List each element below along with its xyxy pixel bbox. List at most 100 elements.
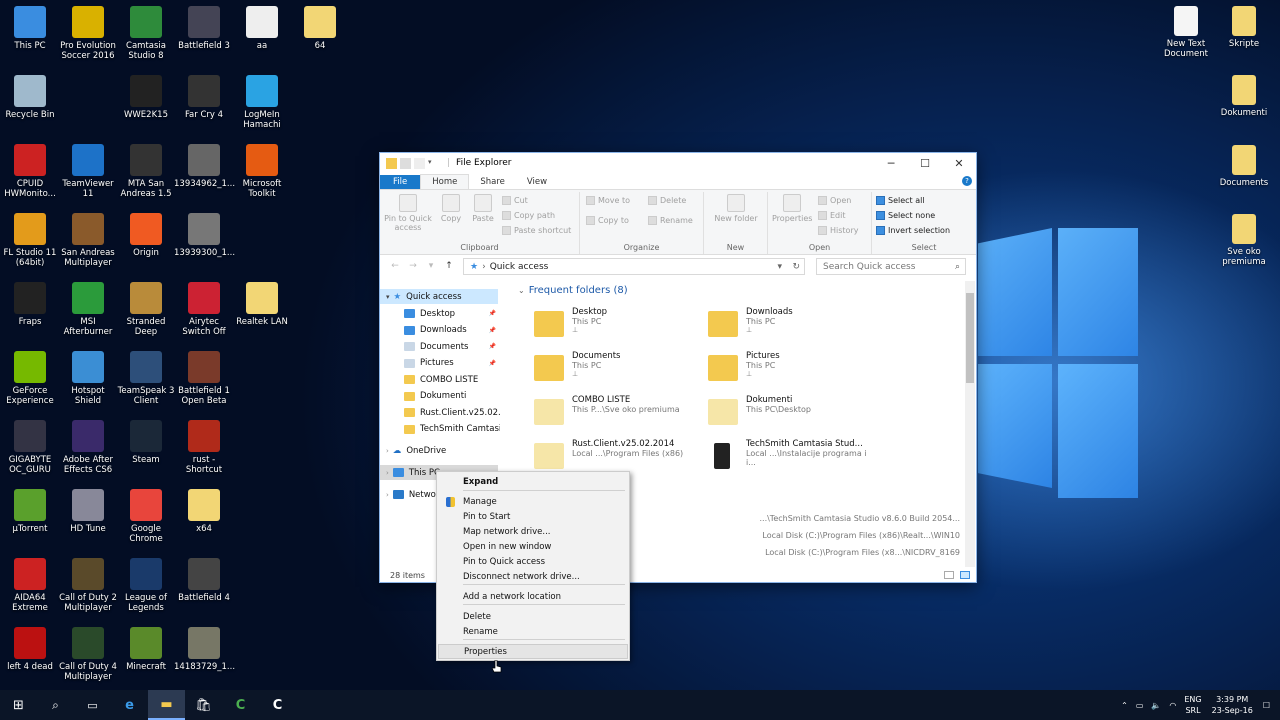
tab-view[interactable]: View <box>516 175 558 189</box>
desktop-icon[interactable]: Origin <box>116 213 176 258</box>
language-indicator[interactable]: ENG SRL <box>1184 694 1201 716</box>
desktop-icon[interactable]: Dokumenti <box>1214 75 1274 118</box>
desktop-icon[interactable]: League of Legends <box>116 558 176 613</box>
clock[interactable]: 3:39 PM 23-Sep-16 <box>1212 694 1253 716</box>
menu-item-properties[interactable]: Properties <box>438 644 628 659</box>
desktop-icon[interactable]: 13934962_1... <box>174 144 235 189</box>
nav-item[interactable]: Documents 📌 <box>380 339 500 354</box>
paste-shortcut-button[interactable]: Paste shortcut <box>502 226 571 235</box>
select-none-button[interactable]: Select none <box>876 211 935 220</box>
menu-item-map-network-drive[interactable]: Map network drive... <box>438 524 628 539</box>
desktop-icon[interactable]: Sve oko premiuma <box>1214 214 1274 267</box>
copy-button[interactable]: Copy <box>436 194 466 223</box>
search-icon[interactable]: ⌕ <box>37 690 74 720</box>
folder-tile[interactable]: TechSmith Camtasia Stud... Local ...\Inst… <box>708 439 878 479</box>
desktop-icon[interactable]: Battlefield 3 <box>174 6 234 51</box>
chevron-right-icon[interactable]: › <box>386 447 389 455</box>
title-bar[interactable]: ▾ | File Explorer ─ ☐ ✕ <box>380 153 976 173</box>
help-icon[interactable]: ? <box>962 176 972 186</box>
address-bar[interactable]: ★ › Quick access ▾ ↻ <box>463 258 805 275</box>
tab-file[interactable]: File <box>380 175 421 189</box>
menu-item-delete[interactable]: Delete <box>438 609 628 624</box>
desktop-icon[interactable]: LogMeIn Hamachi <box>232 75 292 130</box>
desktop-icon[interactable]: Airytec Switch Off <box>174 282 234 337</box>
delete-button[interactable]: Delete <box>648 196 686 205</box>
paste-button[interactable]: Paste <box>468 194 498 223</box>
desktop-icon[interactable]: Camtasia Studio 8 <box>116 6 176 61</box>
network-tray-icon[interactable]: ▭ <box>1136 701 1144 710</box>
desktop-icon[interactable]: Microsoft Toolkit <box>232 144 292 199</box>
nav-item[interactable]: Desktop 📌 <box>380 306 500 321</box>
nav-onedrive[interactable]: › ☁ OneDrive <box>380 443 500 458</box>
folder-tile[interactable]: Dokumenti This PC\Desktop <box>708 395 878 435</box>
folder-tile[interactable]: Documents This PC ⊥ <box>534 351 704 391</box>
desktop-icon[interactable]: This PC <box>0 6 60 51</box>
task-view-icon[interactable]: ▭ <box>74 690 111 720</box>
desktop-icon[interactable]: Realtek LAN <box>232 282 292 327</box>
chevron-right-icon[interactable]: › <box>386 491 389 499</box>
desktop-icon[interactable]: Steam <box>116 420 176 465</box>
desktop-icon[interactable]: Battlefield 1 Open Beta <box>174 351 234 406</box>
vertical-scrollbar[interactable] <box>965 281 975 567</box>
menu-item-open-in-new-window[interactable]: Open in new window <box>438 539 628 554</box>
nav-item[interactable]: Downloads 📌 <box>380 323 500 338</box>
desktop-icon[interactable]: Call of Duty 4 Multiplayer <box>58 627 118 682</box>
close-button[interactable]: ✕ <box>942 153 976 173</box>
chevron-down-icon[interactable]: ⌄ <box>518 286 525 295</box>
properties-button[interactable]: Properties <box>772 194 812 223</box>
desktop-icon[interactable]: FL Studio 11 (64bit) <box>0 213 60 268</box>
desktop-icon[interactable]: µTorrent <box>0 489 60 534</box>
folder-tile[interactable]: COMBO LISTE This P...\Sve oko premiuma <box>534 395 704 435</box>
desktop-icon[interactable]: 13939300_1... <box>174 213 235 258</box>
speaker-icon[interactable]: 🔈 <box>1151 701 1161 710</box>
desktop-icon[interactable]: Stranded Deep <box>116 282 176 337</box>
desktop-icon[interactable]: MSI Afterburner <box>58 282 118 337</box>
desktop-icon[interactable]: rust - Shortcut <box>174 420 234 475</box>
back-arrow-icon[interactable]: ← <box>386 261 404 271</box>
desktop-icon[interactable]: GIGABYTE OC_GURU <box>0 420 60 475</box>
desktop-icon[interactable]: New Text Document <box>1156 6 1216 59</box>
store-icon[interactable]: 🛍 <box>185 690 222 720</box>
desktop-icon[interactable]: left 4 dead <box>0 627 60 672</box>
file-explorer-taskbar-icon[interactable]: ▬ <box>148 690 185 720</box>
nav-item[interactable]: Dokumenti <box>380 389 500 404</box>
minimize-button[interactable]: ─ <box>874 153 908 173</box>
desktop-icon[interactable]: HD Tune <box>58 489 118 534</box>
desktop-icon[interactable]: Recycle Bin <box>0 75 60 120</box>
wifi-icon[interactable]: ◠ <box>1169 701 1176 710</box>
desktop-icon[interactable]: Battlefield 4 <box>174 558 234 603</box>
copy-to-button[interactable]: Copy to <box>586 216 629 225</box>
open-button[interactable]: Open <box>818 196 851 205</box>
start-button[interactable]: ⊞ <box>0 690 37 720</box>
pin-to-quick-access-button[interactable]: Pin to Quick access <box>384 194 432 232</box>
menu-item-add-a-network-location[interactable]: Add a network location <box>438 589 628 604</box>
search-input[interactable]: Search Quick access ⌕ <box>816 258 966 275</box>
desktop-icon[interactable]: Minecraft <box>116 627 176 672</box>
chevron-down-icon[interactable]: ▾ <box>777 262 782 272</box>
desktop-icon[interactable]: San Andreas Multiplayer <box>58 213 118 268</box>
nav-quick-access[interactable]: ▾ ★ Quick access <box>380 289 498 304</box>
chevron-down-icon[interactable]: ▾ <box>386 293 390 301</box>
desktop-icon[interactable]: Adobe After Effects CS6 <box>58 420 118 475</box>
edge-browser-icon[interactable]: e <box>111 690 148 720</box>
nav-item[interactable]: TechSmith Camtasi <box>380 422 500 437</box>
tab-share[interactable]: Share <box>469 175 516 189</box>
rename-button[interactable]: Rename <box>648 216 693 225</box>
desktop-icon[interactable]: x64 <box>174 489 234 534</box>
folder-tile[interactable]: Desktop This PC ⊥ <box>534 307 704 347</box>
move-to-button[interactable]: Move to <box>586 196 630 205</box>
copy-path-button[interactable]: Copy path <box>502 211 555 220</box>
invert-selection-button[interactable]: Invert selection <box>876 226 950 235</box>
camtasia-icon[interactable]: C <box>222 690 259 720</box>
desktop-icon[interactable]: MTA San Andreas 1.5 <box>116 144 176 199</box>
menu-item-pin-to-start[interactable]: Pin to Start <box>438 509 628 524</box>
up-arrow-icon[interactable]: ↑ <box>440 261 458 271</box>
details-view-icon[interactable] <box>944 571 954 579</box>
desktop-icon[interactable]: Skripte <box>1214 6 1274 49</box>
desktop-icon[interactable]: Google Chrome <box>116 489 176 544</box>
nav-item[interactable]: Pictures 📌 <box>380 356 500 371</box>
chevron-down-icon[interactable]: ▾ <box>428 158 439 169</box>
desktop-icon[interactable]: Pro Evolution Soccer 2016 <box>58 6 118 61</box>
desktop-icon[interactable]: 64 <box>290 6 350 51</box>
desktop-icon[interactable]: Fraps <box>0 282 60 327</box>
